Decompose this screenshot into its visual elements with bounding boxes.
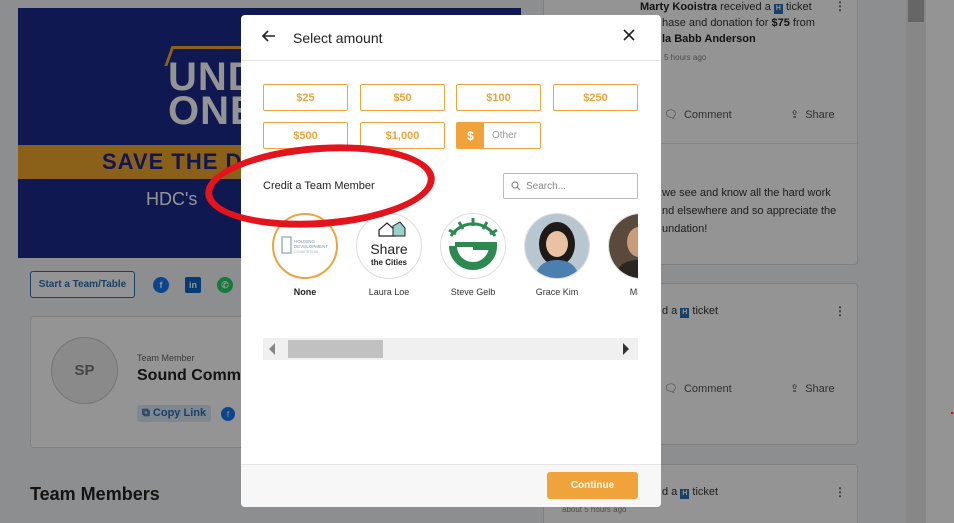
member-search[interactable] bbox=[503, 173, 638, 199]
close-icon[interactable] bbox=[621, 27, 639, 47]
back-arrow-icon[interactable] bbox=[261, 28, 279, 46]
other-amount-field[interactable]: $ bbox=[456, 122, 541, 149]
team-member-grace-kim[interactable]: Grace Kim bbox=[515, 211, 599, 301]
emerald-cities-logo-icon bbox=[441, 214, 505, 278]
other-amount-input[interactable] bbox=[484, 123, 540, 148]
team-member-list: HOUSING DEVELOPMENT CONSORTIUM None Shar… bbox=[263, 211, 638, 301]
search-input[interactable] bbox=[526, 174, 634, 198]
housing-development-logo-icon: HOUSING DEVELOPMENT CONSORTIUM bbox=[281, 236, 328, 254]
credit-team-member-label: Credit a Team Member bbox=[263, 180, 375, 192]
team-member-name: None bbox=[293, 287, 317, 297]
person-photo-icon bbox=[525, 214, 589, 278]
scroll-right-arrow-icon[interactable] bbox=[623, 343, 629, 355]
scrollbar-thumb[interactable] bbox=[288, 340, 383, 358]
amount-option-1000[interactable]: $1,000 bbox=[360, 122, 445, 149]
team-member-steve-gelb[interactable]: Steve Gelb bbox=[431, 211, 515, 301]
team-member-none[interactable]: HOUSING DEVELOPMENT CONSORTIUM None bbox=[263, 211, 347, 301]
svg-text:DEVELOPMENT: DEVELOPMENT bbox=[294, 244, 328, 249]
amount-option-100[interactable]: $100 bbox=[456, 84, 541, 111]
person-photo-icon bbox=[609, 214, 638, 278]
amount-option-250[interactable]: $250 bbox=[553, 84, 638, 111]
dollar-icon: $ bbox=[457, 123, 484, 148]
amount-option-25[interactable]: $25 bbox=[263, 84, 348, 111]
team-member-laura-loe[interactable]: Share the Cities Laura Loe bbox=[347, 211, 431, 301]
select-amount-modal: Select amount $25 $50 $100 $250 $500 $1,… bbox=[241, 15, 661, 507]
scroll-left-arrow-icon[interactable] bbox=[269, 343, 275, 355]
share-the-cities-logo-icon: Share the Cities bbox=[370, 221, 408, 267]
red-marker bbox=[951, 412, 953, 414]
avatar bbox=[524, 213, 590, 279]
continue-button[interactable]: Continue bbox=[547, 472, 638, 499]
amount-option-50[interactable]: $50 bbox=[360, 84, 445, 111]
member-list-scrollbar[interactable] bbox=[263, 338, 638, 360]
team-member-name: Grace Kim bbox=[535, 287, 579, 297]
search-icon bbox=[511, 181, 521, 191]
modal-header: Select amount bbox=[241, 15, 661, 61]
team-member-name: Marty bbox=[629, 287, 638, 297]
amount-option-500[interactable]: $500 bbox=[263, 122, 348, 149]
avatar: Share the Cities bbox=[356, 213, 422, 279]
modal-footer: Continue bbox=[241, 464, 661, 507]
modal-title: Select amount bbox=[293, 30, 383, 46]
svg-text:the Cities: the Cities bbox=[371, 258, 408, 267]
team-member-marty[interactable]: Marty bbox=[599, 211, 638, 301]
svg-text:Share: Share bbox=[370, 241, 408, 257]
team-member-name: Steve Gelb bbox=[450, 287, 496, 297]
avatar bbox=[440, 213, 506, 279]
avatar: HOUSING DEVELOPMENT CONSORTIUM bbox=[272, 213, 338, 279]
avatar bbox=[608, 213, 638, 279]
team-member-name: Laura Loe bbox=[368, 287, 410, 297]
svg-text:CONSORTIUM: CONSORTIUM bbox=[294, 250, 318, 254]
